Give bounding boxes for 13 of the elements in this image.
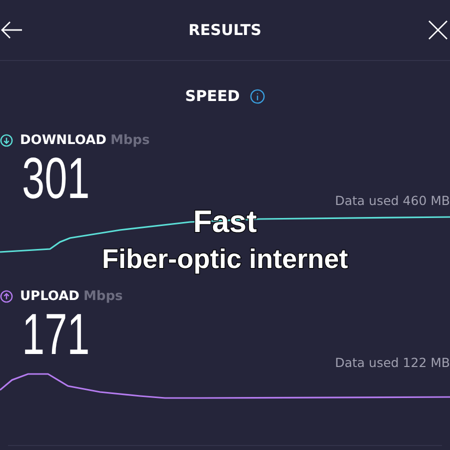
speed-value: 171 bbox=[22, 310, 90, 360]
metric-label: DOWNLOAD bbox=[20, 133, 106, 148]
data-used-label: Data used 122 MB bbox=[334, 355, 450, 370]
page-title: RESULTS bbox=[188, 21, 262, 39]
section-title: SPEED bbox=[185, 87, 240, 105]
info-icon[interactable] bbox=[250, 88, 265, 104]
unit-label: Mbps bbox=[110, 133, 150, 148]
caption-text: Fiber-optic internet bbox=[102, 245, 348, 275]
data-used-label: Data used 460 MB bbox=[334, 193, 450, 208]
close-button[interactable] bbox=[426, 18, 450, 42]
metric-label: UPLOAD bbox=[20, 289, 80, 304]
unit-label: Mbps bbox=[83, 289, 123, 304]
speed-value: 301 bbox=[22, 154, 90, 204]
